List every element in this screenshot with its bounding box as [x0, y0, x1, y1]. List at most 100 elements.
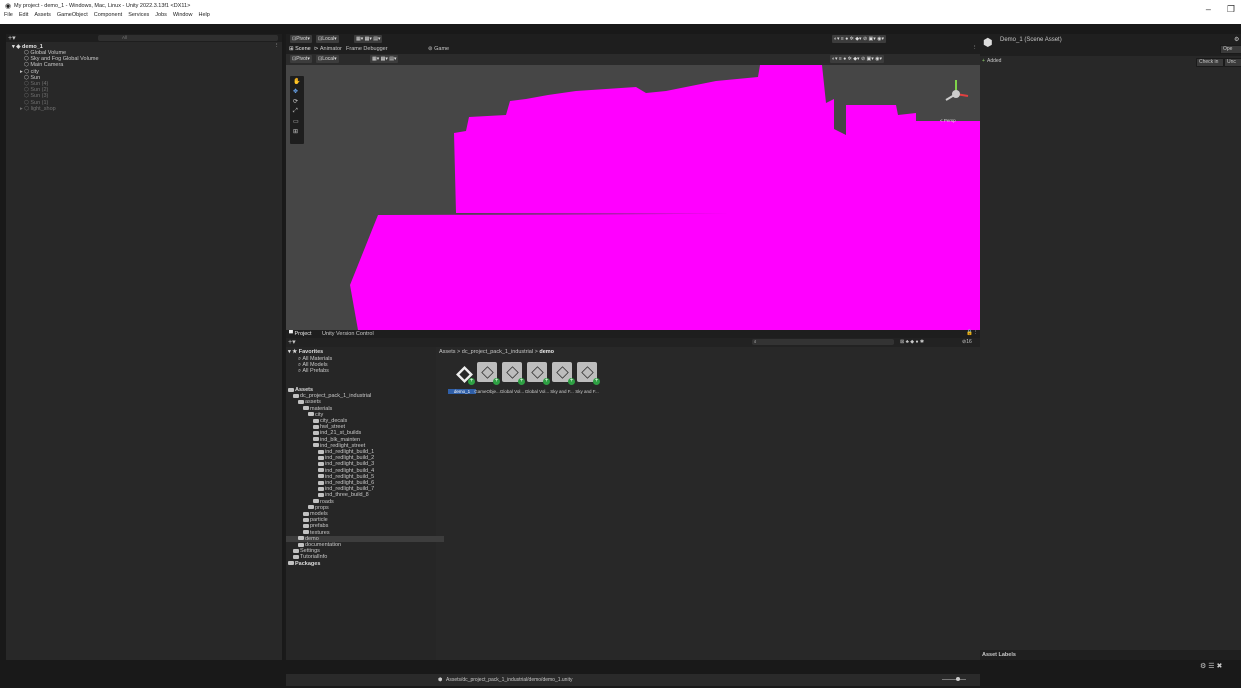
- hidden-count-icon[interactable]: ⊘16: [962, 339, 972, 345]
- tab-animator[interactable]: ⊳ Animator: [314, 46, 342, 52]
- folder-item[interactable]: city: [308, 412, 323, 418]
- add-icon[interactable]: +▾: [8, 34, 16, 42]
- asset-tile[interactable]: + Sky and F...: [573, 362, 601, 394]
- folder-item[interactable]: ind_redlight_build_7: [318, 486, 374, 492]
- scene-draw-mode-icon[interactable]: ◐▾ ≡ ● ✲ ◆▾ ⊘ ▣▾ ◉▾: [830, 55, 885, 63]
- tab-game[interactable]: ⊚ Game: [428, 46, 449, 52]
- folder-item[interactable]: Settings: [293, 548, 320, 554]
- menu-assets[interactable]: Assets: [34, 12, 51, 22]
- breadcrumb-demo[interactable]: demo: [539, 349, 554, 355]
- hierarchy-item[interactable]: ⬡ Sun: [24, 75, 40, 81]
- create-icon[interactable]: +▾: [288, 338, 296, 346]
- favorites-header[interactable]: ▾ ★ Favorites: [288, 349, 323, 355]
- hand-tool-icon[interactable]: ✋: [293, 78, 300, 85]
- folder-item[interactable]: materials: [303, 406, 332, 412]
- folder-item[interactable]: TutorialInfo: [293, 554, 327, 560]
- open-button[interactable]: Ope: [1220, 45, 1241, 54]
- asset-tile[interactable]: + Global Vol...: [498, 362, 526, 394]
- folder-item[interactable]: Assets: [288, 387, 313, 393]
- folder-icon: [313, 418, 319, 423]
- folder-item[interactable]: hwl_street: [313, 424, 345, 430]
- scene-local-dropdown[interactable]: ⊡Local▾: [316, 55, 339, 63]
- rect-tool-icon[interactable]: ▭: [293, 118, 299, 125]
- hierarchy-item[interactable]: ⬡ Main Camera: [24, 62, 63, 68]
- folder-item[interactable]: ind_redlight_build_3: [318, 461, 374, 467]
- menu-file[interactable]: File: [4, 12, 13, 22]
- hierarchy-search-input[interactable]: All: [98, 35, 278, 41]
- grid-snap-icon[interactable]: ▦▾ ▦▾ ▤▾: [354, 35, 383, 43]
- folder-item[interactable]: ind_redlight_build_6: [318, 480, 374, 486]
- scene-pivot-dropdown[interactable]: ⊡Pivot▾: [290, 55, 312, 63]
- hierarchy-item[interactable]: ▸ ⬡ city: [20, 69, 39, 75]
- hierarchy-item[interactable]: ⬡ Sun (3): [24, 93, 48, 99]
- scale-tool-icon[interactable]: ⤢: [293, 108, 298, 115]
- folder-item[interactable]: assets: [298, 399, 321, 405]
- zoom-slider[interactable]: [942, 677, 966, 681]
- rotate-tool-icon[interactable]: ⟳: [293, 98, 298, 105]
- tab-project[interactable]: ▀ Project: [289, 331, 312, 337]
- asset-tile[interactable]: + Global Vol...: [523, 362, 551, 394]
- tab-version-control[interactable]: Unity Version Control: [322, 331, 374, 337]
- move-tool-icon[interactable]: ✥: [293, 88, 298, 95]
- asset-tile[interactable]: + Sky and F...: [548, 362, 576, 394]
- menu-window[interactable]: Window: [173, 12, 193, 22]
- folder-item[interactable]: ind_redlight_build_4: [318, 468, 374, 474]
- folder-item[interactable]: prefabs: [303, 523, 328, 529]
- folder-item[interactable]: ind_redlight_build_2: [318, 455, 374, 461]
- scene-kebab-icon[interactable]: ⋮: [972, 45, 978, 51]
- folder-item[interactable]: city_decals: [313, 418, 347, 424]
- folder-item[interactable]: dc_project_pack_1_industrial: [293, 393, 371, 399]
- check-in-button[interactable]: Check in: [1196, 58, 1224, 67]
- breadcrumb-pack[interactable]: dc_project_pack_1_industrial: [462, 349, 533, 355]
- hierarchy-item[interactable]: ▸ ⬡ light_shop: [20, 106, 56, 112]
- scene-snap-icon[interactable]: ▦▾ ▦▾ ▤▾: [370, 55, 399, 63]
- scene-view-tools-icon[interactable]: ◐▾ ≡ ● ✲ ◆▾ ⊘ ▣▾ ◉▾: [832, 35, 887, 43]
- pivot-dropdown[interactable]: ⊡Pivot▾: [290, 35, 312, 43]
- breadcrumb-assets[interactable]: Assets: [439, 349, 456, 355]
- folder-item[interactable]: roads: [313, 499, 334, 505]
- folder-item[interactable]: particle: [303, 517, 328, 523]
- folder-item[interactable]: documentation: [298, 542, 341, 548]
- undo-button[interactable]: Unc: [1224, 58, 1241, 67]
- folder-item[interactable]: ind_redlight_build_5: [318, 474, 374, 480]
- favorite-item[interactable]: ⌕ All Prefabs: [298, 368, 329, 375]
- menu-component[interactable]: Component: [94, 12, 122, 22]
- tab-frame-debugger[interactable]: Frame Debugger: [346, 46, 388, 52]
- folder-item[interactable]: ind_three_build_8: [318, 492, 369, 498]
- menu-edit[interactable]: Edit: [19, 12, 28, 22]
- folder-item[interactable]: ind_blk_mainten: [313, 437, 360, 443]
- menu-services[interactable]: Services: [128, 12, 149, 22]
- hierarchy-toolbar: +▾ All: [6, 34, 282, 42]
- persp-label[interactable]: < Persp: [940, 118, 956, 123]
- filter-icons[interactable]: ⊠ ♣ ◆ ● ✱: [900, 339, 924, 345]
- maximize-icon[interactable]: ❐: [1227, 4, 1235, 15]
- hierarchy-item[interactable]: ⬡ Sun (1): [24, 100, 48, 106]
- folder-item[interactable]: demo: [286, 535, 444, 542]
- folder-item[interactable]: ind_21_st_builds: [313, 430, 361, 436]
- transform-tool-icon[interactable]: ⊞: [293, 128, 298, 135]
- asset-tile[interactable]: + demo_1: [448, 362, 476, 394]
- view-gizmo-icon[interactable]: [938, 76, 974, 112]
- settings-icon[interactable]: ⚙: [1234, 36, 1239, 43]
- kebab-menu-icon[interactable]: ⋮: [274, 43, 280, 49]
- folder-icon: [303, 530, 309, 535]
- local-dropdown[interactable]: ⊡Local▾: [316, 35, 339, 43]
- lock-icon[interactable]: 🔒⋮: [966, 330, 978, 336]
- folder-item[interactable]: textures: [303, 530, 330, 536]
- zoom-slider-thumb[interactable]: [956, 677, 960, 681]
- folder-item[interactable]: ind_redlight_build_1: [318, 449, 374, 455]
- tab-scene[interactable]: ⊞ Scene: [289, 46, 311, 52]
- folder-icon: [298, 536, 304, 541]
- folder-item[interactable]: ind_redlight_street: [313, 443, 365, 449]
- menu-help[interactable]: Help: [198, 12, 209, 22]
- asset-tile[interactable]: + GameObje...: [473, 362, 501, 394]
- scene-viewport[interactable]: [286, 65, 980, 330]
- minimize-icon[interactable]: –: [1206, 4, 1211, 15]
- menu-gameobject[interactable]: GameObject: [57, 12, 88, 22]
- folder-item[interactable]: models: [303, 511, 328, 517]
- folder-item[interactable]: props: [308, 505, 329, 511]
- project-search-input[interactable]: ⌕: [752, 339, 894, 345]
- folder-item[interactable]: Packages: [288, 561, 320, 567]
- menu-jobs[interactable]: Jobs: [155, 12, 167, 22]
- bottom-right-icons[interactable]: ⚙ ☰ ✖: [1200, 662, 1222, 670]
